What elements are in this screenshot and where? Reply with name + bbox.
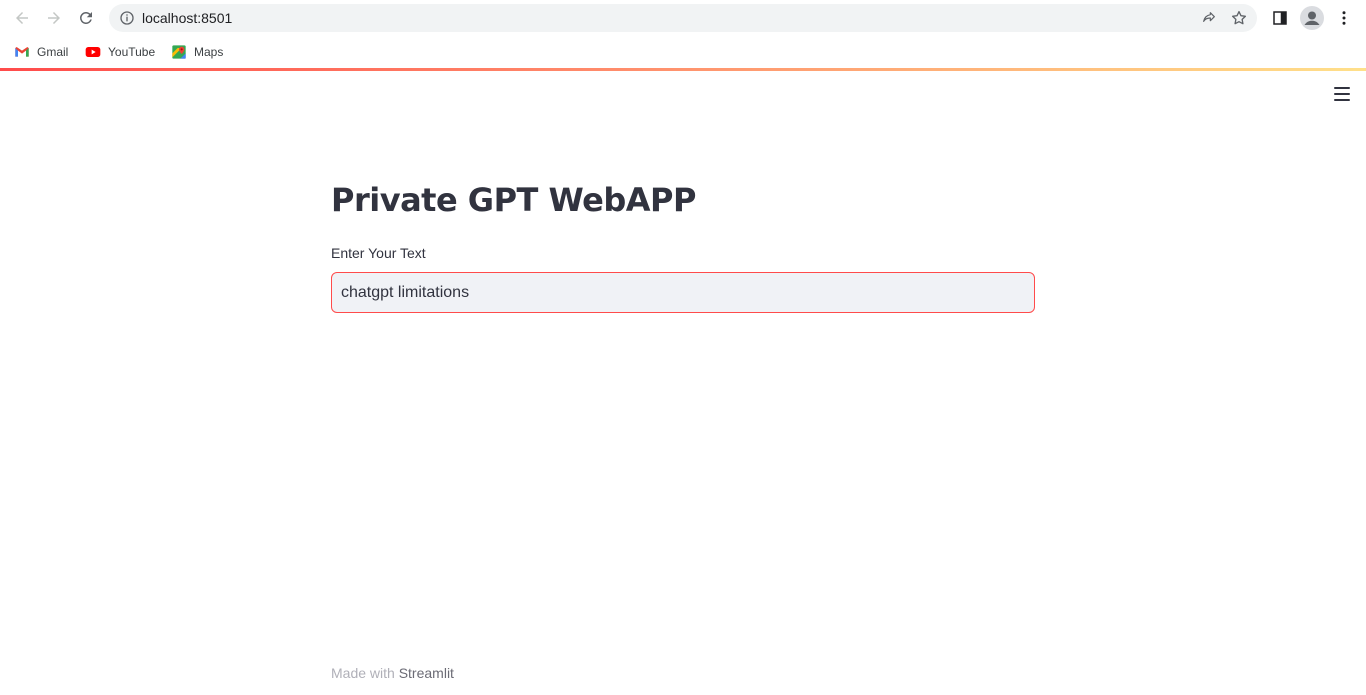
share-icon[interactable] (1201, 10, 1217, 26)
info-icon[interactable] (119, 10, 135, 26)
bookmark-label: Gmail (37, 45, 69, 59)
gmail-icon (15, 47, 29, 57)
address-bar[interactable]: localhost:8501 (109, 4, 1257, 32)
text-input-label: Enter Your Text (331, 245, 426, 261)
side-panel-icon (1273, 11, 1287, 25)
bookmarks-bar: Gmail YouTube Maps (0, 36, 1366, 68)
star-icon[interactable] (1230, 9, 1248, 27)
reload-button[interactable] (75, 7, 97, 29)
streamlit-link[interactable]: Streamlit (399, 665, 454, 681)
forward-button[interactable] (43, 7, 65, 29)
menu-line (1334, 87, 1350, 89)
more-vertical-icon (1342, 11, 1346, 25)
page-title: Private GPT WebAPP (331, 181, 696, 219)
arrow-right-icon (48, 12, 60, 24)
maps-icon (172, 45, 186, 59)
browser-menu-button[interactable] (1334, 8, 1354, 28)
bookmark-maps[interactable]: Maps (171, 42, 223, 62)
main-menu-icon[interactable] (1334, 87, 1350, 101)
url-text[interactable]: localhost:8501 (142, 10, 232, 26)
bookmark-youtube[interactable]: YouTube (85, 42, 155, 62)
arrow-left-icon (16, 12, 28, 24)
footer-text: Made with (331, 665, 399, 681)
back-button[interactable] (11, 7, 33, 29)
avatar-icon (1300, 6, 1324, 30)
profile-button[interactable] (1300, 6, 1324, 30)
bookmark-label: YouTube (108, 45, 156, 59)
bookmark-label: Maps (194, 45, 224, 59)
text-input[interactable] (331, 272, 1035, 313)
app-main: Private GPT WebAPP Enter Your Text Made … (0, 71, 1366, 695)
browser-toolbar: localhost:8501 (0, 0, 1366, 36)
bookmark-gmail[interactable]: Gmail (14, 42, 68, 62)
menu-line (1334, 93, 1350, 95)
reload-icon (80, 11, 92, 24)
youtube-icon (85, 47, 101, 57)
menu-line (1334, 99, 1350, 101)
side-panel-button[interactable] (1270, 8, 1290, 28)
footer: Made with Streamlit (331, 665, 454, 681)
